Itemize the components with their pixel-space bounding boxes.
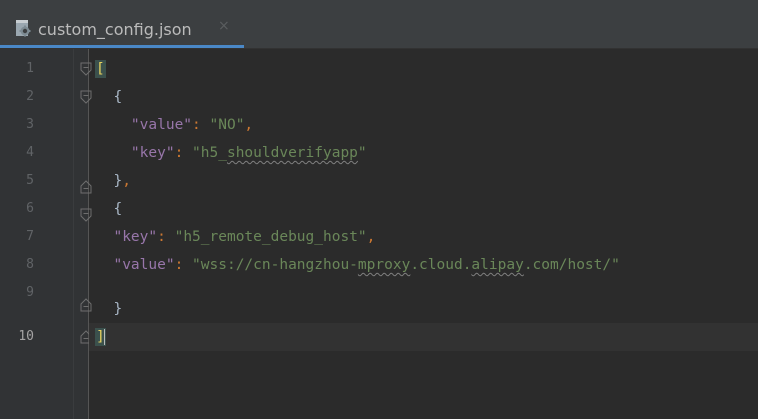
code-line-10: ]	[95, 323, 106, 351]
brace-open: {	[113, 89, 123, 105]
colon: :	[174, 145, 193, 161]
json-string: "wss://cn-hangzhou-	[192, 257, 358, 273]
current-line-highlight	[89, 323, 758, 351]
json-string: "NO"	[209, 117, 245, 133]
colon: :	[157, 229, 175, 245]
comma: ,	[366, 229, 376, 245]
text-caret	[103, 328, 106, 346]
line-number: 6	[26, 201, 34, 216]
code-line-9: }	[96, 295, 122, 323]
editor-window: custom_config.json × 1 2 3 4 5 6 7 8 9 1…	[0, 0, 758, 419]
json-string: "h5_remote_debug_host"	[174, 229, 367, 245]
line-number-current: 10	[18, 329, 34, 344]
line-number: 8	[26, 257, 34, 272]
fold-open-icon[interactable]	[80, 208, 92, 222]
json-string: "	[357, 145, 367, 161]
tab-close-icon[interactable]: ×	[218, 18, 230, 34]
code-line-4: "key": "h5_shouldverifyapp"	[96, 139, 367, 167]
brace-close: }	[113, 173, 123, 189]
brace-close: }	[113, 301, 123, 317]
spellcheck-word: mproxy	[357, 257, 411, 273]
line-number: 1	[26, 61, 34, 76]
code-line-3: "value": "NO",	[96, 111, 253, 139]
fold-guide-line	[73, 49, 74, 419]
active-tab-indicator	[0, 45, 244, 48]
line-number: 9	[26, 285, 34, 300]
comma: ,	[244, 117, 254, 133]
spellcheck-word: shouldverifyapp	[226, 145, 358, 161]
code-line-1: [	[95, 55, 106, 83]
json-string: .cloud.	[410, 257, 472, 273]
spellcheck-word: alipay	[471, 257, 524, 273]
fold-open-icon[interactable]	[80, 62, 92, 76]
fold-close-icon[interactable]	[80, 298, 92, 312]
code-line-6: {	[96, 195, 122, 223]
colon: :	[192, 117, 210, 133]
code-line-5: },	[96, 167, 131, 195]
line-number-gutter: 1 2 3 4 5 6 7 8 9 10	[0, 49, 88, 419]
line-number: 2	[26, 89, 34, 104]
json-key: "key"	[130, 145, 175, 161]
line-number: 4	[26, 145, 34, 160]
json-string: .com/host/"	[523, 257, 620, 273]
editor-tab-bar: custom_config.json ×	[0, 0, 758, 49]
json-key: "value"	[113, 257, 175, 273]
json-key: "value"	[130, 117, 193, 133]
json-string: "h5_	[192, 145, 227, 161]
line-number: 7	[26, 229, 34, 244]
line-number: 3	[26, 117, 34, 132]
tab-filename: custom_config.json	[38, 20, 192, 39]
code-line-8: "value": "wss://cn-hangzhou-mproxy.cloud…	[96, 251, 620, 279]
code-line-2: {	[96, 83, 122, 111]
code-line-7: "key": "h5_remote_debug_host",	[96, 223, 375, 251]
gutter-separator	[88, 49, 89, 419]
json-key: "key"	[113, 229, 158, 245]
tab-custom-config-json[interactable]: custom_config.json ×	[0, 10, 244, 48]
fold-open-icon[interactable]	[80, 90, 92, 104]
brace-open: {	[113, 201, 123, 217]
json-file-icon	[16, 20, 31, 37]
matched-bracket: [	[95, 60, 106, 78]
line-number: 5	[26, 173, 34, 188]
colon: :	[174, 257, 193, 273]
fold-close-icon[interactable]	[80, 180, 92, 194]
comma: ,	[122, 173, 131, 189]
